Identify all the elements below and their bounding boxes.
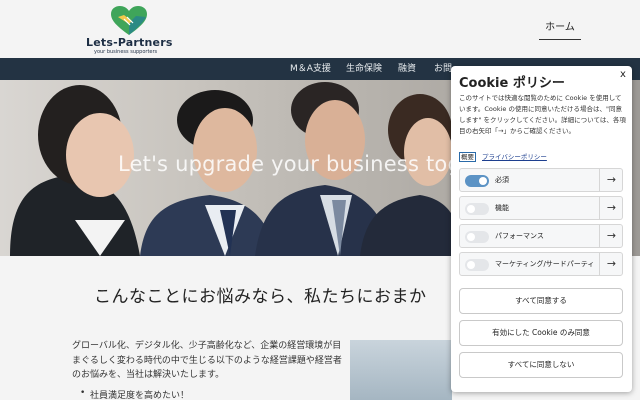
section-paragraph: グローバル化、デジタル化、少子高齢化など、企業の経営環境が目まぐるしく変わる時代… [72, 341, 342, 380]
site-logo[interactable]: Lets-Partners your business supporters [86, 6, 178, 55]
marketing-toggle[interactable] [465, 259, 489, 271]
required-toggle[interactable] [465, 175, 489, 187]
logo-text: Lets-Partners [86, 36, 173, 49]
functional-toggle[interactable] [465, 203, 489, 215]
section-title: こんなことにお悩みなら、私たちにおまか [94, 287, 427, 307]
handshake-heart-icon [111, 6, 147, 35]
arrow-right-icon[interactable]: → [599, 225, 623, 247]
accept-enabled-button[interactable]: 有効にした Cookie のみ同意 [459, 320, 623, 346]
nav-item-ma[interactable]: M＆A支援 [290, 58, 331, 80]
privacy-policy-link[interactable]: プライバシーポリシー [482, 153, 547, 161]
cookie-category-required[interactable]: 必須 → [459, 168, 623, 192]
content-side-image [350, 340, 452, 400]
list-item: 社員満足度を高めたい！ [80, 388, 189, 400]
cookie-dialog-title: Cookie ポリシー [459, 76, 565, 91]
decline-all-button[interactable]: すべてに同意しない [459, 352, 623, 378]
cookie-links: 概要 プライバシーポリシー [459, 151, 547, 162]
category-label: マーケティング/サードパーティ [495, 260, 595, 268]
category-label: パフォーマンス [495, 232, 544, 240]
cookie-category-performance[interactable]: パフォーマンス → [459, 224, 623, 248]
nav-home-link[interactable]: ホーム [539, 18, 581, 40]
close-icon[interactable]: x [620, 69, 626, 80]
nav-item-contact[interactable]: お問 [434, 58, 452, 80]
hero-headline: Let's upgrade your business tog [118, 152, 461, 176]
category-label: 必須 [495, 176, 509, 184]
cookie-policy-dialog: Cookie ポリシー x このサイトでは快適な閲覧のために Cookie を使… [451, 66, 632, 392]
cookie-description: このサイトでは快適な閲覧のために Cookie を使用しています。Cookie … [459, 94, 626, 135]
nav-item-life-insurance[interactable]: 生命保険 [346, 58, 382, 80]
arrow-right-icon[interactable]: → [599, 197, 623, 219]
site-header: Lets-Partners your business supporters ホ… [0, 0, 640, 58]
arrow-right-icon[interactable]: → [599, 253, 623, 275]
category-label: 機能 [495, 204, 509, 212]
accept-all-button[interactable]: すべて同意する [459, 288, 623, 314]
nav-item-loans[interactable]: 融資 [398, 58, 416, 80]
cookie-category-marketing[interactable]: マーケティング/サードパーティ → [459, 252, 623, 276]
performance-toggle[interactable] [465, 231, 489, 243]
cookie-category-functional[interactable]: 機能 → [459, 196, 623, 220]
logo-tagline: your business supporters [94, 49, 158, 55]
summary-link[interactable]: 概要 [459, 152, 476, 162]
arrow-right-icon[interactable]: → [599, 169, 623, 191]
